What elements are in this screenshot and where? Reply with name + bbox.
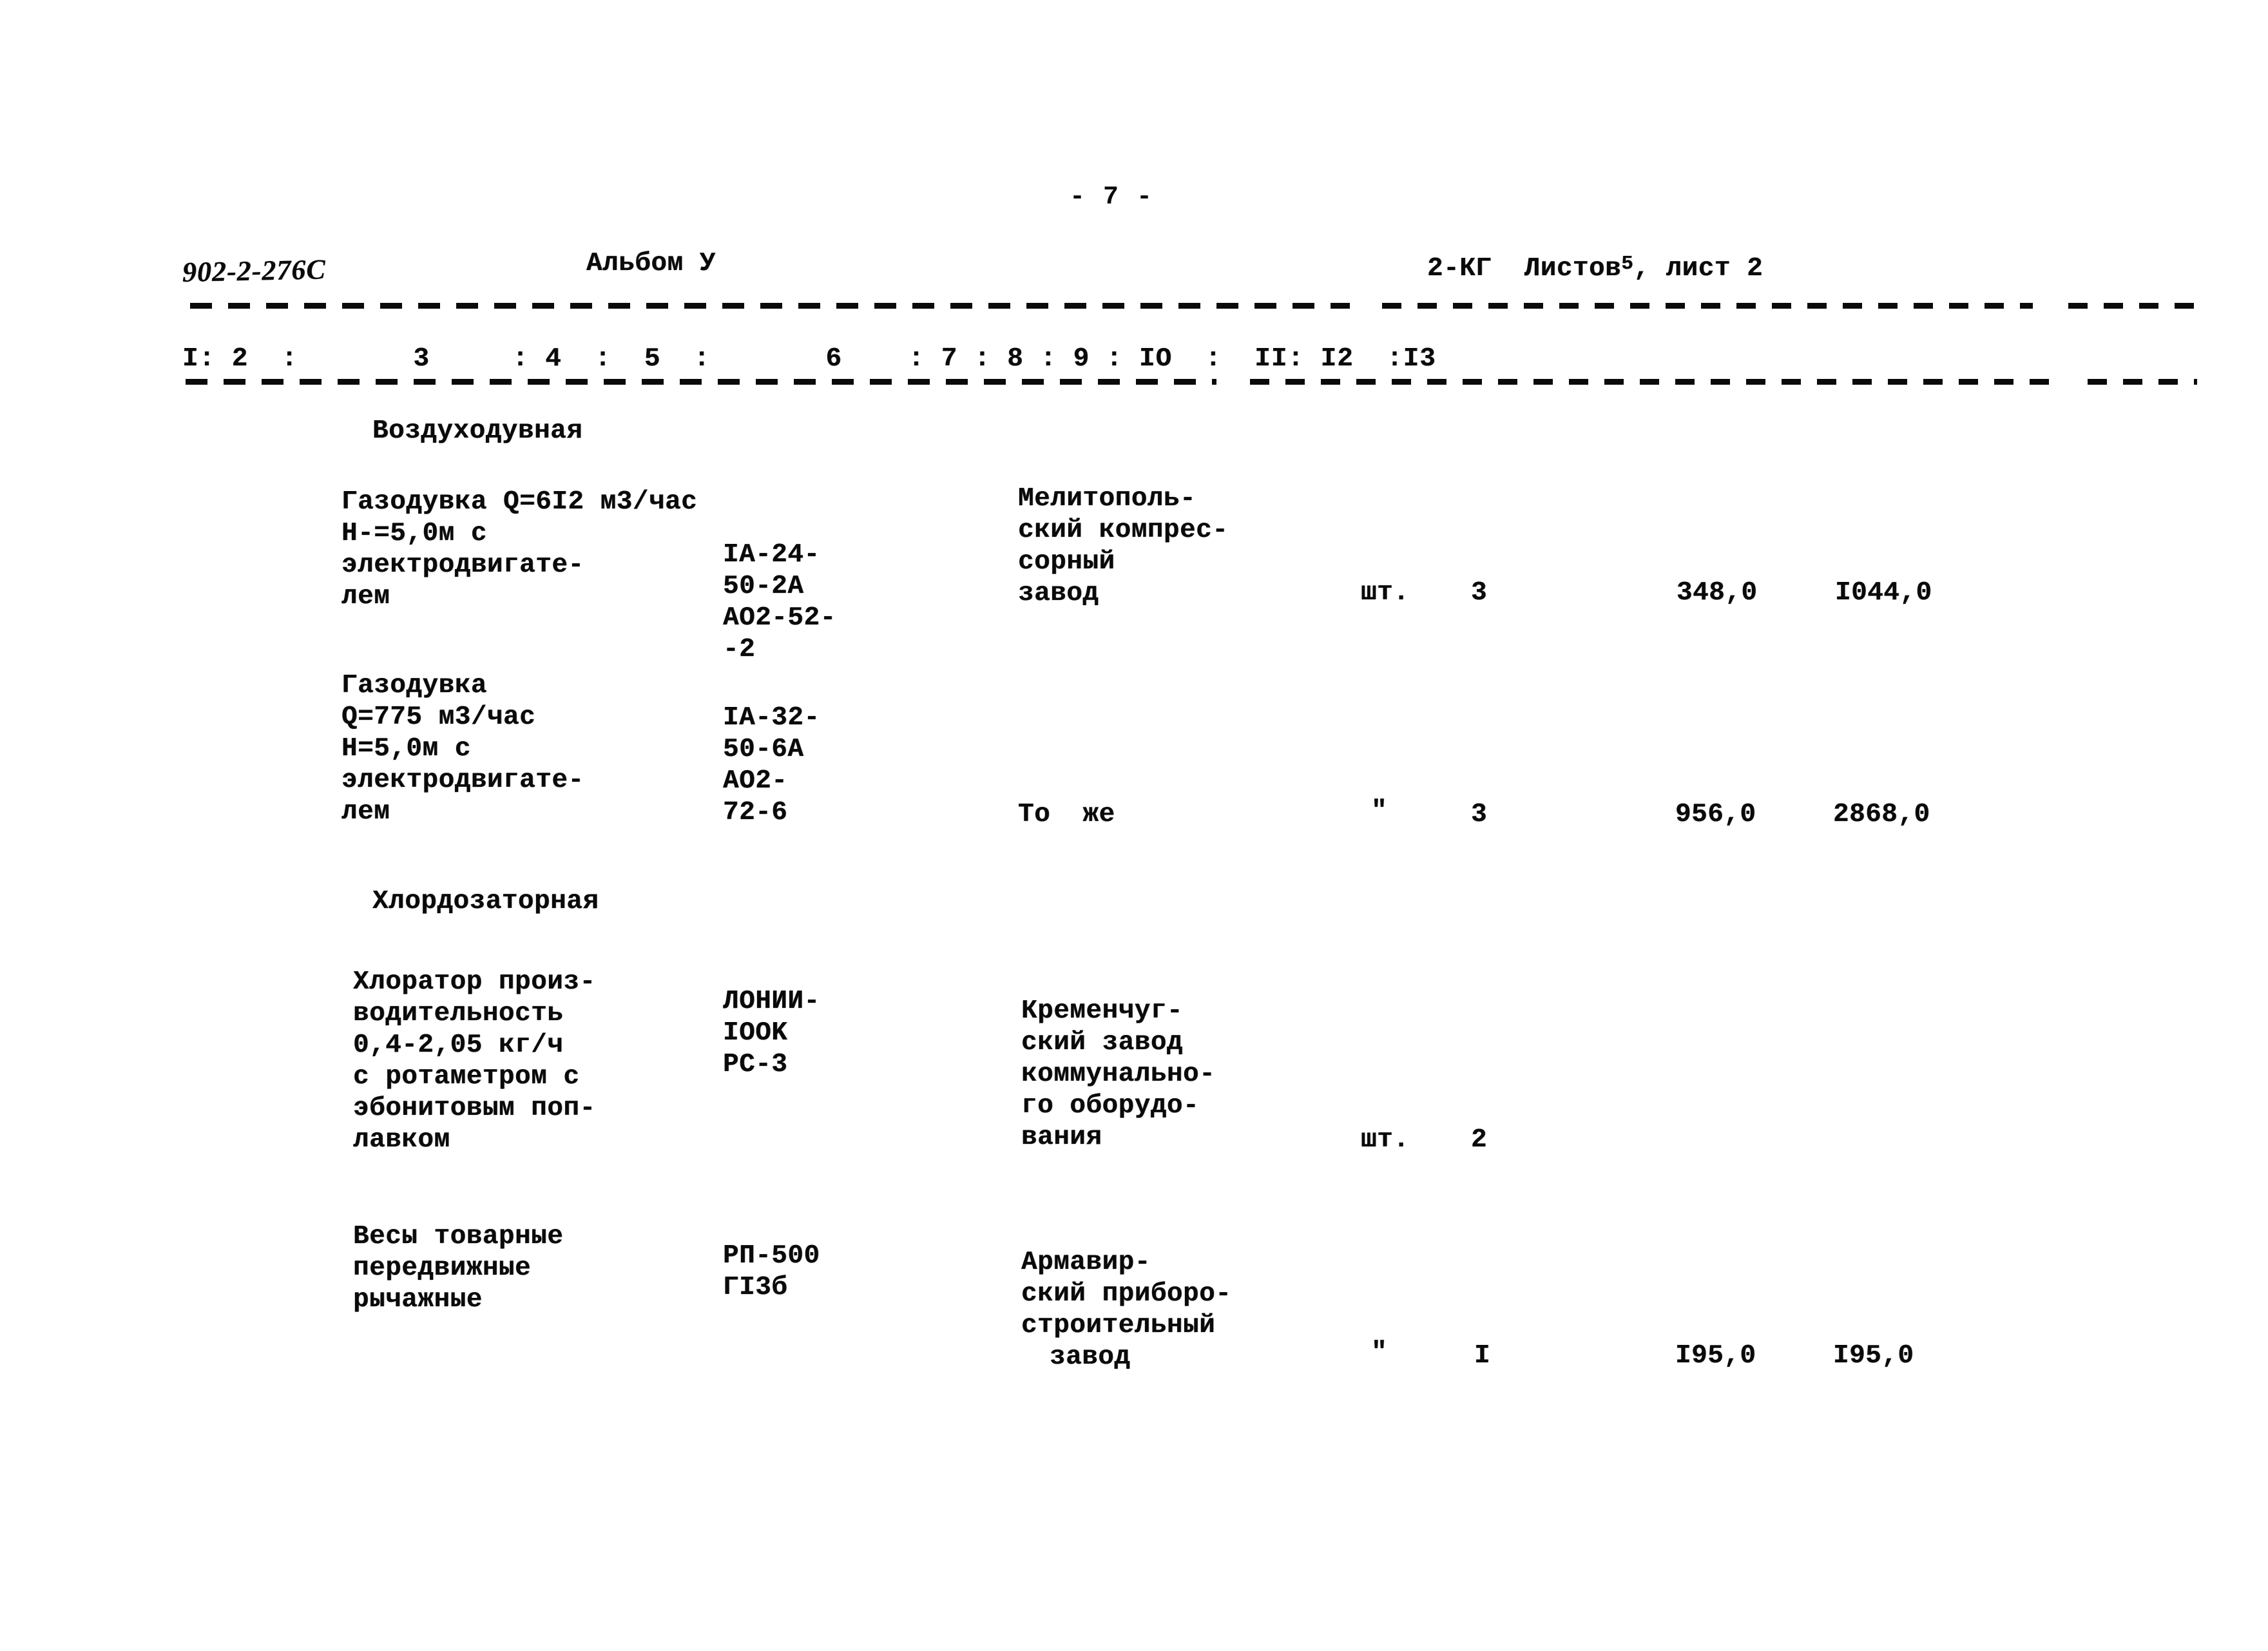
column-header-dashed-rule-left bbox=[186, 379, 1216, 385]
item-code: IA-32- 50-6A AO2- 72-6 bbox=[723, 703, 820, 827]
item-total-price: 2868,0 bbox=[1833, 800, 1930, 829]
item-code: IA-24- 50-2A AO2-52- -2 bbox=[723, 540, 836, 664]
item-name: Хлоратор произ- водительность 0,4-2,05 к… bbox=[353, 967, 596, 1155]
column-header-dashed-rule-right bbox=[1250, 379, 2055, 385]
sheet-info-suffix: , лист 2 bbox=[1633, 254, 1763, 284]
header-dashed-rule-tail bbox=[2068, 303, 2194, 309]
item-manufacturer: Мелитополь- ский компрес- сорный завод bbox=[1018, 484, 1229, 608]
document-page: - 7 - 902-2-276С Альбом У 2-КГ Листов5, … bbox=[0, 0, 2268, 1651]
header-dashed-rule-right bbox=[1382, 303, 2033, 309]
item-code: РП-500 ГI3б bbox=[723, 1241, 820, 1302]
header-dashed-rule-left bbox=[190, 303, 1350, 309]
item-unit-price: I95,0 bbox=[1675, 1341, 1756, 1371]
item-manufacturer: То же bbox=[1018, 800, 1115, 829]
item-unit: " bbox=[1371, 1338, 1388, 1367]
project-code: 902-2-276С bbox=[182, 253, 327, 288]
item-unit: " bbox=[1371, 797, 1388, 826]
section-heading-hlordozatornaya: Хлордозаторная bbox=[372, 887, 599, 916]
item-quantity: 3 bbox=[1471, 578, 1488, 608]
album-label: Альбом У bbox=[586, 249, 716, 278]
item-total-price: I044,0 bbox=[1835, 578, 1932, 608]
column-header-dashed-rule-tail bbox=[2088, 379, 2197, 385]
item-code: ЛОНИИ- IOOK PC-3 bbox=[723, 987, 820, 1079]
page-number-marker: - 7 - bbox=[1070, 183, 1154, 212]
item-unit: шт. bbox=[1361, 1125, 1410, 1155]
column-header-row: I: 2 : 3 : 4 : 5 : 6 : 7 : 8 : 9 : IO : … bbox=[182, 344, 1436, 374]
item-manufacturer: Армавир- ский приборо- строительный заво… bbox=[1021, 1248, 1232, 1372]
item-quantity: I bbox=[1474, 1341, 1491, 1371]
sheet-info-prefix: 2-КГ Листов bbox=[1427, 254, 1622, 284]
sheet-info: 2-КГ Листов5, лист 2 bbox=[1427, 248, 1763, 285]
item-unit-price: 348,0 bbox=[1677, 578, 1758, 608]
item-unit-price: 956,0 bbox=[1675, 800, 1756, 829]
item-manufacturer: Кременчуг- ский завод коммунально- го об… bbox=[1021, 996, 1216, 1152]
item-name: Весы товарные передвижные рычажные bbox=[353, 1222, 564, 1315]
sheet-count: 5 bbox=[1621, 253, 1634, 275]
item-unit: шт. bbox=[1361, 578, 1410, 608]
item-name: Газодувка Q=6I2 м3/час Н-=5,0м с электро… bbox=[341, 487, 698, 612]
section-heading-vozduhoduvnaya: Воздуходувная bbox=[372, 416, 583, 446]
item-name: Газодувка Q=775 м3/час Н=5,0м с электрод… bbox=[341, 671, 584, 827]
item-quantity: 3 bbox=[1471, 800, 1488, 829]
item-quantity: 2 bbox=[1471, 1125, 1488, 1155]
item-total-price: I95,0 bbox=[1833, 1341, 1914, 1371]
